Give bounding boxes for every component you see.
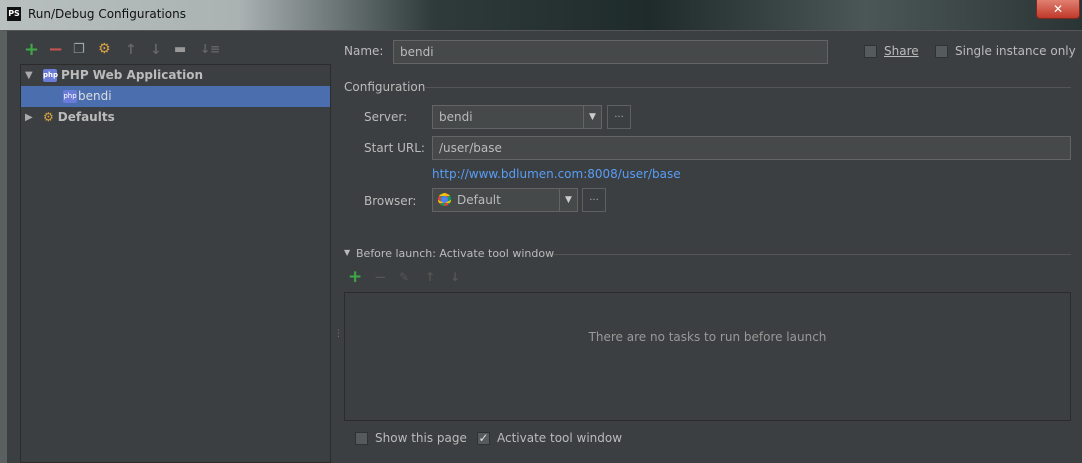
browser-value: Default: [457, 193, 501, 207]
tree-item-defaults[interactable]: ▶ ⚙ Defaults: [21, 107, 330, 128]
app-icon: PS: [7, 7, 21, 21]
tree-item-php-web-application[interactable]: ▼ php PHP Web Application: [21, 65, 330, 86]
move-up-icon[interactable]: ↑: [125, 42, 137, 58]
chevron-down-icon[interactable]: ▼: [559, 188, 578, 212]
remove-icon[interactable]: −: [48, 39, 63, 60]
share-label: Share: [884, 44, 919, 58]
single-instance-checkbox[interactable]: [935, 45, 948, 58]
divider: [424, 87, 1071, 88]
browser-select[interactable]: Default: [432, 188, 560, 212]
window-title: Run/Debug Configurations: [28, 7, 186, 21]
server-label: Server:: [364, 110, 408, 124]
share-checkbox[interactable]: [864, 45, 877, 58]
full-url-link[interactable]: http://www.bdlumen.com:8008/user/base: [432, 167, 681, 181]
divider: [553, 254, 1071, 255]
start-url-input[interactable]: /user/base: [432, 136, 1071, 160]
start-url-label: Start URL:: [364, 141, 425, 155]
splitter-handle[interactable]: ⋮: [334, 330, 343, 339]
name-label: Name:: [344, 44, 384, 58]
php-icon: php: [43, 69, 58, 82]
show-page-label: Show this page: [375, 431, 467, 445]
chrome-icon: [438, 193, 451, 206]
chevron-down-icon[interactable]: ▼: [583, 105, 602, 129]
folder-icon[interactable]: ▬: [174, 42, 186, 57]
add-task-icon[interactable]: +: [348, 267, 362, 287]
configuration-tree: ▼ php PHP Web Application phpbendi ▶ ⚙ Def…: [20, 64, 331, 463]
tree-item-label: Defaults: [57, 110, 115, 124]
tasks-list: There are no tasks to run before launch: [344, 292, 1071, 421]
show-page-checkbox[interactable]: [355, 432, 368, 445]
activate-tool-window-label: Activate tool window: [497, 431, 623, 445]
browser-label: Browser:: [364, 194, 417, 208]
move-up-icon[interactable]: ↑: [425, 270, 435, 284]
tree-item-label: PHP Web Application: [61, 68, 204, 82]
tree-item-bendi[interactable]: phpbendi: [21, 86, 330, 107]
copy-icon[interactable]: ❐: [73, 42, 85, 57]
browser-more-button[interactable]: ...: [582, 188, 606, 212]
server-more-button[interactable]: ...: [607, 105, 631, 129]
name-input[interactable]: bendi: [393, 40, 828, 64]
tree-item-label: bendi: [78, 89, 112, 103]
add-icon[interactable]: +: [24, 39, 39, 60]
php-icon: php: [63, 90, 77, 103]
empty-tasks-text: There are no tasks to run before launch: [588, 330, 827, 344]
move-down-icon[interactable]: ↓: [450, 270, 460, 284]
edit-task-icon[interactable]: ✎: [399, 270, 409, 284]
collapse-arrow-icon[interactable]: ▼: [344, 248, 350, 257]
expand-arrow-icon[interactable]: ▼: [25, 65, 33, 86]
sort-icon[interactable]: ↓≡: [200, 42, 220, 56]
defaults-icon: ⚙: [43, 110, 54, 124]
edit-defaults-icon[interactable]: ⚙: [98, 41, 111, 57]
configuration-heading: Configuration: [344, 80, 426, 94]
collapse-arrow-icon[interactable]: ▶: [25, 107, 33, 128]
single-instance-label: Single instance only: [955, 44, 1076, 58]
activate-tool-window-checkbox[interactable]: ✓: [477, 432, 490, 445]
before-launch-heading[interactable]: Before launch: Activate tool window: [356, 247, 554, 260]
close-button[interactable]: ✕: [1036, 0, 1080, 19]
server-select[interactable]: bendi: [432, 105, 584, 129]
move-down-icon[interactable]: ↓: [150, 42, 162, 58]
remove-task-icon[interactable]: −: [374, 268, 387, 286]
